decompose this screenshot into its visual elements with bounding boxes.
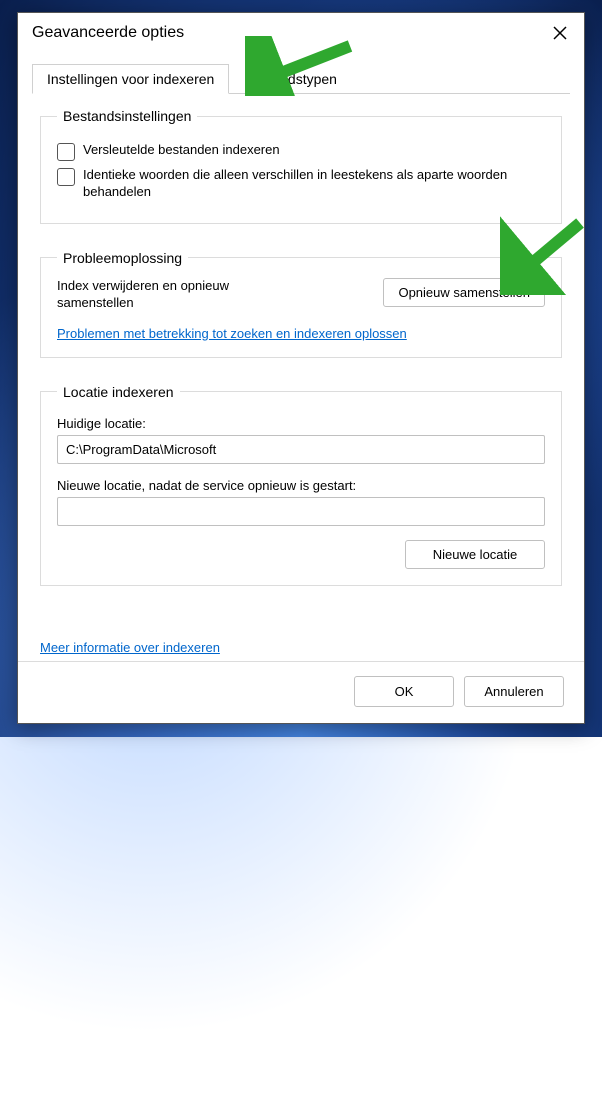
rebuild-index-button[interactable]: Opnieuw samenstellen — [383, 278, 545, 307]
group-index-location: Locatie indexeren Huidige locatie: Nieuw… — [40, 384, 562, 586]
link-troubleshoot-search[interactable]: Problemen met betrekking tot zoeken en i… — [57, 326, 407, 341]
rebuild-index-text: Index verwijderen en opnieuw samenstelle… — [57, 278, 297, 312]
window-title: Geavanceerde opties — [32, 24, 184, 42]
close-icon — [553, 26, 567, 40]
tab-content: Bestandsinstellingen Versleutelde bestan… — [18, 94, 584, 640]
dialog-advanced-options: Geavanceerde opties Instellingen voor in… — [17, 12, 585, 724]
checkbox-index-encrypted[interactable] — [57, 143, 75, 161]
ok-button[interactable]: OK — [354, 676, 454, 707]
dialog-button-bar: OK Annuleren — [18, 661, 584, 723]
cancel-button[interactable]: Annuleren — [464, 676, 564, 707]
checkbox-diacritics[interactable] — [57, 168, 75, 186]
group-troubleshooting-label: Probleemoplossing — [57, 250, 188, 266]
tab-filetypes[interactable]: Bestandstypen — [229, 64, 352, 94]
titlebar: Geavanceerde opties — [18, 13, 584, 53]
group-file-settings: Bestandsinstellingen Versleutelde bestan… — [40, 108, 562, 224]
new-location-field[interactable] — [57, 497, 545, 526]
tabs-bar: Instellingen voor indexeren Bestandstype… — [32, 63, 570, 94]
current-location-label: Huidige locatie: — [57, 416, 545, 431]
group-troubleshooting: Probleemoplossing Index verwijderen en o… — [40, 250, 562, 358]
group-index-location-label: Locatie indexeren — [57, 384, 180, 400]
tab-indexing-settings[interactable]: Instellingen voor indexeren — [32, 64, 229, 94]
link-more-indexing-info[interactable]: Meer informatie over indexeren — [40, 640, 220, 655]
checkbox-diacritics-label[interactable]: Identieke woorden die alleen verschillen… — [83, 167, 545, 201]
close-button[interactable] — [546, 19, 574, 47]
new-location-label: Nieuwe locatie, nadat de service opnieuw… — [57, 478, 545, 493]
group-file-settings-label: Bestandsinstellingen — [57, 108, 197, 124]
new-location-button[interactable]: Nieuwe locatie — [405, 540, 545, 569]
checkbox-index-encrypted-label[interactable]: Versleutelde bestanden indexeren — [83, 142, 280, 159]
current-location-field[interactable] — [57, 435, 545, 464]
